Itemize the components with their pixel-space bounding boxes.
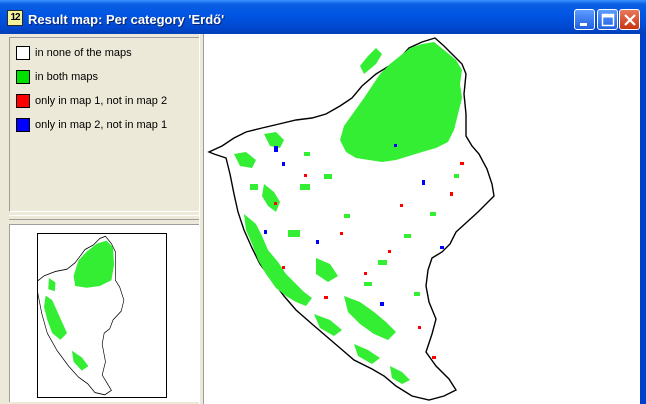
overview-panel[interactable]	[9, 224, 200, 402]
close-icon	[624, 14, 636, 26]
forest-both-north-2	[360, 48, 382, 74]
result-map-window: 12 Result map: Per category 'Erdő' in no…	[0, 0, 646, 404]
legend-item-map2-only: only in map 2, not in map 1	[16, 116, 167, 134]
legend-swatch-blue	[16, 118, 30, 132]
maximize-icon	[601, 13, 615, 27]
minimize-icon	[580, 23, 587, 26]
close-button[interactable]	[619, 9, 640, 30]
window-title: Result map: Per category 'Erdő'	[28, 12, 225, 27]
horizontal-splitter[interactable]	[9, 215, 200, 220]
app-icon[interactable]: 12	[7, 10, 23, 26]
legend-swatch-green	[16, 70, 30, 84]
legend-item-none: in none of the maps	[16, 44, 132, 62]
legend-label: in both maps	[35, 71, 98, 83]
legend-panel: in none of the maps in both maps only in…	[9, 37, 200, 212]
legend-swatch-red	[16, 94, 30, 108]
result-map-canvas	[207, 37, 495, 401]
legend-label: in none of the maps	[35, 47, 132, 59]
legend-label: only in map 1, not in map 2	[35, 95, 168, 107]
legend-item-map1-only: only in map 1, not in map 2	[16, 92, 167, 110]
window-right-border	[640, 34, 646, 404]
left-pane: in none of the maps in both maps only in…	[6, 34, 204, 404]
overview-map	[35, 235, 125, 396]
map-view[interactable]	[204, 34, 640, 404]
legend-label: only in map 2, not in map 1	[35, 119, 168, 131]
minimize-button[interactable]	[574, 9, 595, 30]
title-bar[interactable]: 12 Result map: Per category 'Erdő'	[0, 0, 646, 34]
legend-item-both: in both maps	[16, 68, 98, 86]
legend-swatch-white	[16, 46, 30, 60]
maximize-button[interactable]	[597, 9, 618, 30]
overview-frame[interactable]	[35, 233, 167, 398]
